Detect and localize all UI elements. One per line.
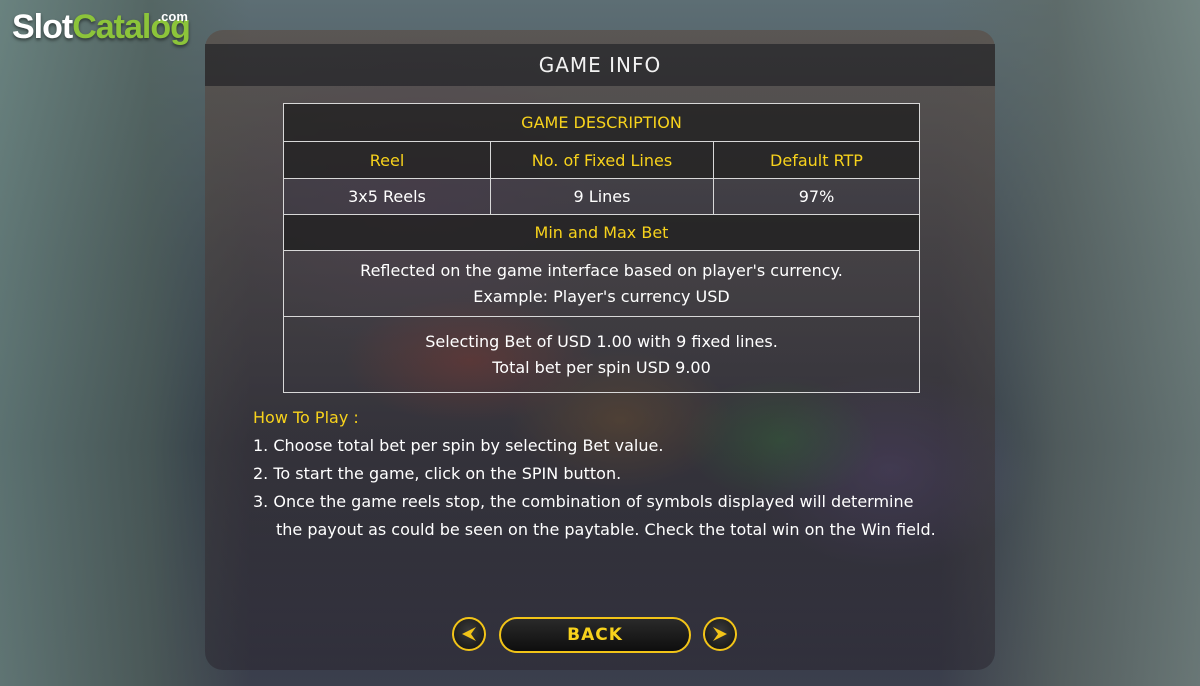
how-to-play-step-1: 1. Choose total bet per spin by selectin…	[253, 436, 664, 455]
how-to-play-step-2: 2. To start the game, click on the SPIN …	[253, 464, 622, 483]
table-header-row: Reel No. of Fixed Lines Default RTP	[284, 142, 919, 179]
bet-note-line2: Example: Player's currency USD	[473, 286, 730, 306]
value-rtp: 97%	[798, 187, 835, 206]
navigation-bar: BACK	[450, 615, 742, 657]
bet-example-line1: Selecting Bet of USD 1.00 with 9 fixed l…	[425, 331, 778, 351]
previous-page-button[interactable]	[452, 617, 486, 651]
bet-note-line1: Reflected on the game interface based on…	[360, 260, 843, 280]
logo-slot-text: Slot	[12, 8, 73, 46]
column-header-rtp: Default RTP	[770, 150, 863, 170]
bet-section-header: Min and Max Bet	[284, 215, 919, 251]
column-header-lines: No. of Fixed Lines	[491, 142, 714, 178]
logo-com-text: .com	[157, 9, 188, 24]
next-page-button[interactable]	[703, 617, 737, 651]
how-to-play: How To Play : 1. Choose total bet per sp…	[253, 404, 973, 544]
bet-note-row: Reflected on the game interface based on…	[284, 251, 919, 317]
section-title: GAME DESCRIPTION	[521, 113, 682, 132]
back-button[interactable]: BACK	[499, 617, 691, 653]
table-row: 3x5 Reels 9 Lines 97%	[284, 179, 919, 215]
how-to-play-title: How To Play :	[253, 408, 359, 427]
arrow-right-icon	[713, 627, 727, 641]
slotcatalog-logo: SlotCatalog .com	[12, 8, 191, 47]
arrow-left-icon	[462, 627, 476, 641]
bet-example-line2: Total bet per spin USD 9.00	[492, 357, 711, 377]
value-reel: 3x5 Reels	[284, 179, 491, 214]
game-description-table: GAME DESCRIPTION Reel No. of Fixed Lines…	[283, 103, 920, 393]
bet-note: Reflected on the game interface based on…	[284, 251, 919, 316]
bet-example-row: Selecting Bet of USD 1.00 with 9 fixed l…	[284, 317, 919, 392]
value-lines: 9 Lines	[491, 179, 714, 214]
page-title: GAME INFO	[538, 53, 662, 77]
bet-title: Min and Max Bet	[534, 223, 669, 242]
column-header-reel: Reel	[284, 142, 491, 178]
bet-example: Selecting Bet of USD 1.00 with 9 fixed l…	[284, 317, 919, 392]
how-to-play-step-3: 3. Once the game reels stop, the combina…	[253, 492, 914, 511]
how-to-play-step-3-continued: the payout as could be seen on the payta…	[276, 520, 936, 539]
title-bar: GAME INFO	[205, 44, 995, 86]
table-section-header: GAME DESCRIPTION	[284, 104, 919, 142]
